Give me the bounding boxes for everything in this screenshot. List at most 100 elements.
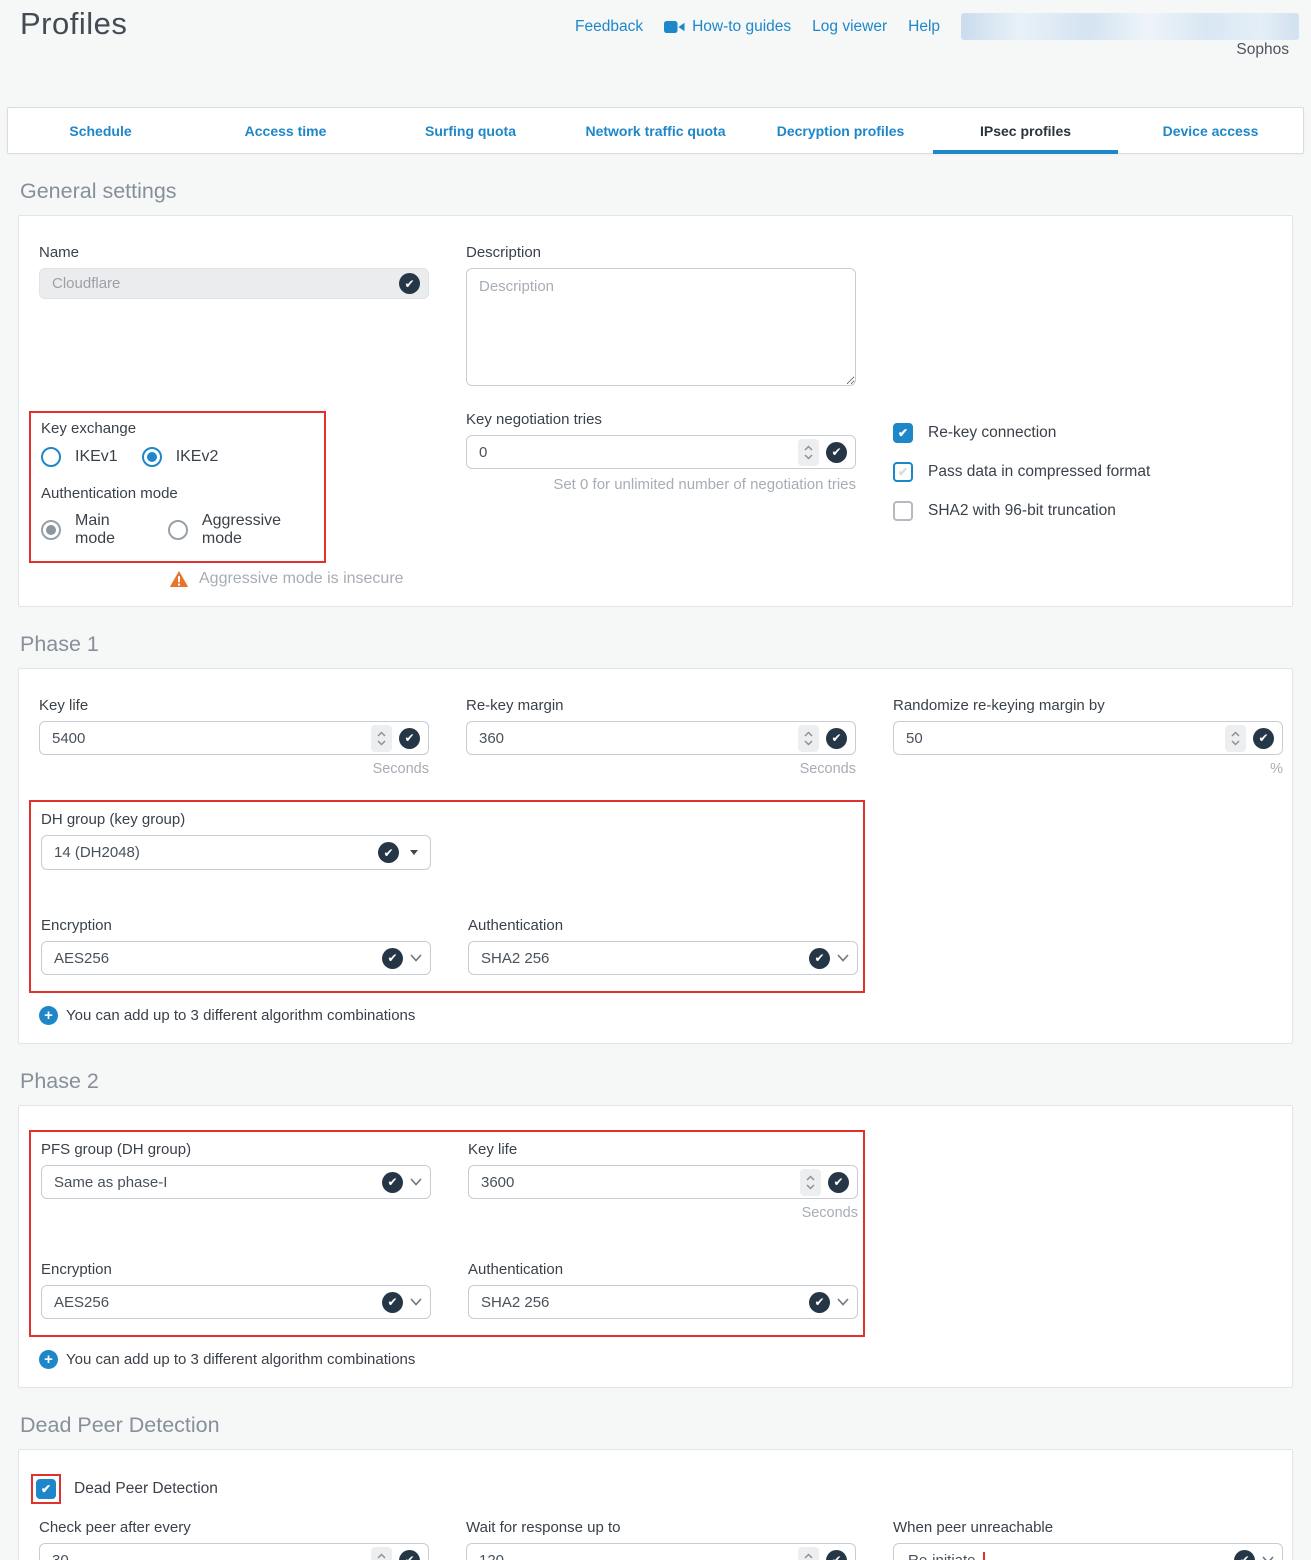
p2-key-life-input[interactable]: 3600 (468, 1165, 858, 1199)
radio-button[interactable] (41, 447, 61, 467)
dpd-checkbox-annotation-box (31, 1474, 61, 1504)
valid-check-icon (826, 1550, 847, 1560)
checkbox[interactable] (893, 462, 913, 482)
p2-add-combination-note[interactable]: You can add up to 3 different algorithm … (39, 1350, 1272, 1369)
general-settings-heading: General settings (20, 179, 1311, 204)
tab-bar: Schedule Access time Surfing quota Netwo… (7, 107, 1304, 154)
valid-check-icon (1253, 728, 1274, 749)
page-title: Profiles (20, 6, 127, 42)
radio-button[interactable] (168, 520, 188, 540)
auth-mode-label: Authentication mode (41, 485, 314, 502)
plus-circle-icon[interactable] (39, 1350, 58, 1369)
valid-check-icon (826, 442, 847, 463)
dpd-checkbox[interactable] (36, 1479, 56, 1499)
tab-surfing-quota[interactable]: Surfing quota (378, 108, 563, 153)
peer-unreachable-label: When peer unreachable (893, 1519, 1283, 1536)
number-stepper[interactable] (800, 1169, 821, 1196)
pfs-group-label: PFS group (DH group) (41, 1141, 431, 1158)
dh-group-label: DH group (key group) (41, 811, 853, 828)
valid-check-icon (378, 842, 399, 863)
top-nav: Feedback How-to guides Log viewer Help (575, 13, 1297, 40)
checkbox[interactable] (893, 423, 913, 443)
radio-ikev1[interactable]: IKEv1 (41, 447, 118, 467)
ipsec-profiles-page: Profiles Feedback How-to guides Log view… (0, 0, 1311, 1560)
valid-check-icon (809, 948, 830, 969)
phase1-algorithms-annotation-box: DH group (key group) 14 (DH2048) Encrypt… (29, 800, 865, 993)
number-stepper[interactable] (371, 725, 392, 752)
dh-group-select[interactable]: 14 (DH2048) (41, 835, 431, 870)
help-link[interactable]: Help (908, 18, 940, 36)
wait-response-input[interactable]: 120 (466, 1543, 856, 1560)
randomize-margin-label: Randomize re-keying margin by (893, 697, 1283, 714)
key-negotiation-input[interactable]: 0 (466, 435, 856, 469)
video-camera-icon (664, 20, 685, 34)
rekey-margin-input[interactable]: 360 (466, 721, 856, 755)
p2-encryption-select[interactable]: AES256 (41, 1285, 431, 1319)
user-account-dropdown[interactable] (961, 13, 1299, 40)
brand-label: Sophos (1236, 41, 1289, 59)
phase2-heading: Phase 2 (20, 1069, 1311, 1094)
p1-encryption-select[interactable]: AES256 (41, 941, 431, 975)
key-exchange-label: Key exchange (41, 420, 314, 437)
valid-check-icon (382, 1172, 403, 1193)
tab-network-traffic-quota[interactable]: Network traffic quota (563, 108, 748, 153)
p1-authentication-select[interactable]: SHA2 256 (468, 941, 858, 975)
valid-check-icon (399, 1550, 420, 1560)
how-to-guides-link[interactable]: How-to guides (664, 18, 791, 36)
p2-authentication-select[interactable]: SHA2 256 (468, 1285, 858, 1319)
phase2-algorithms-annotation-box: PFS group (DH group) Same as phase-I Key… (29, 1130, 865, 1337)
chevron-down-icon (410, 1298, 422, 1306)
valid-check-icon (382, 1292, 403, 1313)
tab-decryption-profiles[interactable]: Decryption profiles (748, 108, 933, 153)
plus-circle-icon[interactable] (39, 1006, 58, 1025)
phase2-panel: PFS group (DH group) Same as phase-I Key… (18, 1105, 1293, 1388)
radio-main-mode[interactable]: Main mode (41, 512, 146, 548)
radio-button[interactable] (142, 447, 162, 467)
tab-schedule[interactable]: Schedule (8, 108, 193, 153)
dpd-toggle-label: Dead Peer Detection (74, 1480, 218, 1498)
log-viewer-link[interactable]: Log viewer (812, 18, 887, 36)
description-textarea[interactable] (466, 268, 856, 386)
p1-key-life-input[interactable]: 5400 (39, 721, 429, 755)
name-label: Name (39, 244, 429, 261)
peer-unreachable-select[interactable]: Re-initiate (893, 1543, 1283, 1560)
valid-check-icon (826, 728, 847, 749)
number-stepper[interactable] (798, 725, 819, 752)
checkbox[interactable] (893, 501, 913, 521)
pfs-group-select[interactable]: Same as phase-I (41, 1165, 431, 1199)
valid-check-icon (828, 1172, 849, 1193)
number-stepper[interactable] (1225, 725, 1246, 752)
p1-encryption-label: Encryption (41, 917, 431, 934)
p2-key-life-label: Key life (468, 1141, 858, 1158)
p1-add-combination-note[interactable]: You can add up to 3 different algorithm … (39, 1006, 1272, 1025)
chevron-down-icon (410, 1178, 422, 1186)
number-stepper[interactable] (798, 1547, 819, 1560)
tab-device-access[interactable]: Device access (1118, 108, 1303, 153)
feedback-link[interactable]: Feedback (575, 18, 643, 36)
valid-check-icon (399, 728, 420, 749)
radio-ikev2[interactable]: IKEv2 (142, 447, 219, 467)
dpd-panel: Dead Peer Detection Check peer after eve… (18, 1449, 1293, 1560)
radio-button[interactable] (41, 520, 61, 540)
tab-ipsec-profiles[interactable]: IPsec profiles (933, 108, 1118, 153)
phase1-panel: Key life 5400 Seconds Re-key margin 360 … (18, 668, 1293, 1044)
sha2-truncation-option[interactable]: SHA2 with 96-bit truncation (893, 491, 1283, 530)
rekey-margin-label: Re-key margin (466, 697, 856, 714)
dpd-heading: Dead Peer Detection (20, 1413, 1311, 1438)
number-stepper[interactable] (371, 1547, 392, 1560)
radio-aggressive-mode[interactable]: Aggressive mode (168, 512, 314, 548)
rekey-connection-option[interactable]: Re-key connection (893, 413, 1283, 452)
check-peer-label: Check peer after every (39, 1519, 429, 1536)
compressed-format-option[interactable]: Pass data in compressed format (893, 452, 1283, 491)
key-negotiation-label: Key negotiation tries (466, 411, 856, 428)
number-stepper[interactable] (798, 439, 819, 466)
redacted-user-name (961, 13, 1299, 40)
valid-check-icon (399, 273, 420, 294)
general-settings-panel: Name Cloudflare Description Key exchange (18, 215, 1293, 607)
name-input: Cloudflare (39, 268, 429, 299)
randomize-margin-input[interactable]: 50 (893, 721, 1283, 755)
chevron-down-icon (837, 1298, 849, 1306)
chevron-down-icon (1262, 1556, 1274, 1560)
check-peer-input[interactable]: 30 (39, 1543, 429, 1560)
tab-access-time[interactable]: Access time (193, 108, 378, 153)
